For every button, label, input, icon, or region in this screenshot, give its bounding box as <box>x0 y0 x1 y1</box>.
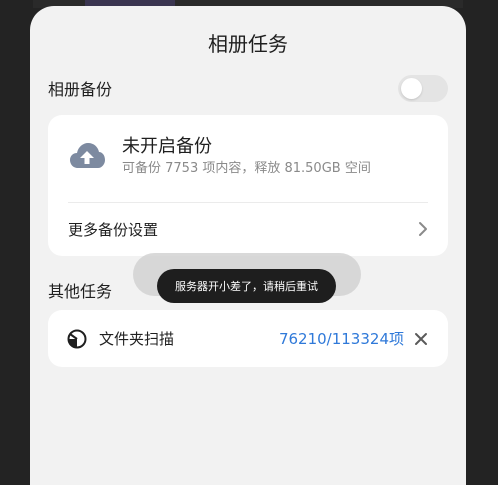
more-backup-settings-label: 更多备份设置 <box>68 220 159 239</box>
backup-text: 未开启备份 可备份 7753 项内容，释放 81.50GB 空间 <box>122 135 371 178</box>
backup-info: 未开启备份 可备份 7753 项内容，释放 81.50GB 空间 <box>68 135 371 178</box>
chevron-right-icon <box>419 222 427 236</box>
folder-scan-progress: 76210/113324项 <box>278 330 404 348</box>
album-backup-label: 相册备份 <box>48 80 113 99</box>
album-backup-toggle[interactable] <box>398 74 448 102</box>
folder-scan-task: 文件夹扫描 76210/113324项 <box>48 310 448 367</box>
other-tasks-label: 其他任务 <box>48 282 113 301</box>
album-backup-row: 相册备份 <box>48 74 448 102</box>
card-divider <box>68 202 428 203</box>
folder-scan-label: 文件夹扫描 <box>99 330 175 348</box>
close-icon[interactable] <box>414 332 428 346</box>
album-tasks-sheet: 相册任务 相册备份 未开启备份 可备份 7753 项内容，释放 81.50GB … <box>30 6 466 485</box>
backup-subtitle: 可备份 7753 项内容，释放 81.50GB 空间 <box>122 161 371 176</box>
toast-message: 服务器开小差了，请稍后重试 <box>157 269 336 303</box>
more-backup-settings-row[interactable]: 更多备份设置 <box>68 211 428 247</box>
backup-status-card: 未开启备份 可备份 7753 项内容，释放 81.50GB 空间 更多备份设置 <box>48 115 448 256</box>
scan-icon <box>67 329 87 348</box>
toggle-knob <box>401 77 422 99</box>
sheet-title: 相册任务 <box>208 32 288 56</box>
cloud-upload-icon <box>70 142 105 168</box>
backup-title: 未开启备份 <box>122 136 212 157</box>
